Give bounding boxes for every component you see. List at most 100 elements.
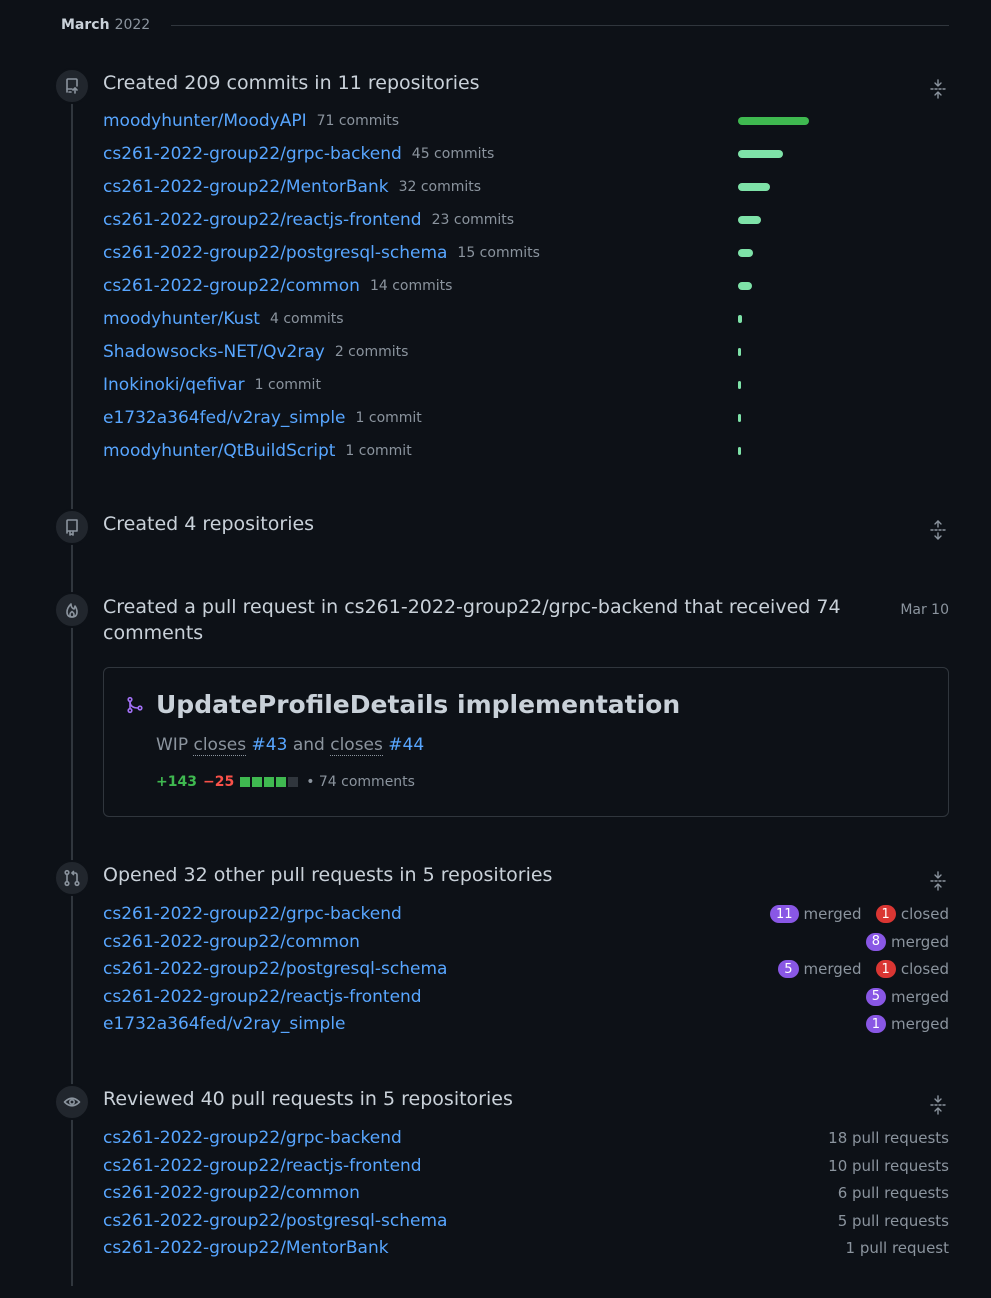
fold-icon[interactable] [929, 1094, 947, 1116]
commit-activity-bar [738, 315, 742, 323]
review-count: 1 pull request [845, 1239, 949, 1258]
pr-card: UpdateProfileDetails implementation WIP … [103, 667, 949, 817]
commit-repo-row: cs261-2022-group22/reactjs-frontend 23 co… [103, 208, 514, 232]
commit-repo-row: moodyhunter/Kust 4 commits [103, 307, 344, 331]
merged-label: merged [890, 932, 949, 951]
flame-icon [54, 592, 90, 628]
merged-label: merged [803, 905, 862, 923]
repo-link[interactable]: cs261-2022-group22/MentorBank [103, 1238, 389, 1258]
pr-meta: +143 −25 • 74 comments [156, 774, 415, 790]
repo-link[interactable]: cs261-2022-group22/postgresql-schema [103, 243, 447, 263]
commit-repo-row: cs261-2022-group22/grpc-backend 45 commit… [103, 142, 494, 166]
repo-link[interactable]: cs261-2022-group22/common [103, 276, 360, 296]
diffstat-block [276, 777, 287, 787]
commit-repo-row: e1732a364fed/v2ray_simple 1 commit [103, 406, 422, 430]
repo-link[interactable]: cs261-2022-group22/postgresql-schema [103, 959, 447, 979]
opened-prs-title: Opened 32 other pull requests in 5 repos… [103, 864, 553, 886]
repo-link[interactable]: cs261-2022-group22/reactjs-frontend [103, 1156, 422, 1176]
commit-activity-bar [738, 381, 741, 389]
commit-repo-row: moodyhunter/MoodyAPI 71 commits [103, 109, 399, 133]
repo-link[interactable]: e1732a364fed/v2ray_simple [103, 408, 346, 428]
pr-deletions: −25 [202, 774, 235, 790]
merged-count-badge: 8 [865, 932, 886, 951]
opened-pr-row: cs261-2022-group22/grpc-backend [103, 902, 402, 926]
pr-comments: • 74 comments [306, 774, 415, 790]
repo-link[interactable]: Shadowsocks-NET/Qv2ray [103, 342, 325, 362]
commit-count: 1 commit [345, 443, 412, 459]
fold-icon[interactable] [929, 78, 947, 100]
issue-link-43[interactable]: #43 [252, 735, 288, 755]
fold-icon[interactable] [929, 870, 947, 892]
commit-repo-row: cs261-2022-group22/postgresql-schema 15 c… [103, 241, 540, 265]
reviewed-pr-row: cs261-2022-group22/postgresql-schema [103, 1209, 447, 1233]
repo-link[interactable]: cs261-2022-group22/common [103, 932, 360, 952]
merged-label: merged [890, 987, 949, 1006]
pr-body-and: and [287, 735, 331, 755]
opened-pr-row: e1732a364fed/v2ray_simple [103, 1012, 346, 1036]
commit-count: 1 commit [355, 410, 422, 426]
repo-push-icon [54, 68, 90, 104]
pr-status: 8 merged [865, 931, 949, 953]
repo-link[interactable]: cs261-2022-group22/postgresql-schema [103, 1211, 447, 1231]
repo-link[interactable]: cs261-2022-group22/grpc-backend [103, 144, 402, 164]
issue-link-44[interactable]: #44 [388, 735, 424, 755]
month-header: March 2022 [61, 14, 949, 36]
closed-count-badge: 1 [875, 905, 896, 923]
expand-icon[interactable] [929, 519, 947, 541]
repo-icon [54, 509, 90, 545]
closes-keyword: closes [330, 735, 383, 756]
repos-created-title[interactable]: Created 4 repositories [103, 513, 314, 535]
commit-count: 15 commits [457, 245, 540, 261]
commit-count: 45 commits [411, 146, 495, 162]
commit-repo-row: cs261-2022-group22/MentorBank 32 commits [103, 175, 481, 199]
diffstat-blocks [240, 777, 300, 787]
reviewed-pr-row: cs261-2022-group22/MentorBank [103, 1236, 389, 1260]
pr-body: WIP closes #43 and closes #44 [156, 735, 424, 756]
pr-body-prefix: WIP [156, 735, 194, 755]
review-count: 10 pull requests [828, 1156, 949, 1175]
repo-link[interactable]: Inokinoki/qefivar [103, 375, 245, 395]
repo-link[interactable]: moodyhunter/Kust [103, 309, 260, 329]
pr-status: 5 merged [865, 986, 949, 1008]
pr-title[interactable]: UpdateProfileDetails implementation [156, 690, 680, 719]
git-merge-icon [126, 696, 144, 714]
review-count: 18 pull requests [828, 1129, 949, 1147]
merged-count-badge: 5 [865, 987, 886, 1006]
diffstat-block [252, 777, 263, 787]
repo-link[interactable]: cs261-2022-group22/common [103, 1183, 360, 1203]
pr-status: 5 merged 1 closed [778, 958, 949, 980]
merged-count-badge: 11 [769, 905, 799, 923]
pr-section-title-line2: comments [103, 622, 204, 644]
pr-status: 11 merged 1 closed [769, 903, 949, 925]
merged-label: merged [890, 1015, 949, 1034]
reviewed-pr-row: cs261-2022-group22/reactjs-frontend [103, 1154, 422, 1178]
commit-activity-bar [738, 216, 761, 224]
closes-keyword: closes [193, 735, 247, 756]
commit-repo-row: Inokinoki/qefivar 1 commit [103, 373, 321, 397]
commit-count: 14 commits [369, 278, 453, 294]
repo-link[interactable]: cs261-2022-group22/MentorBank [103, 177, 389, 197]
opened-pr-row: cs261-2022-group22/reactjs-frontend [103, 985, 422, 1009]
commit-repo-row: cs261-2022-group22/common 14 commits [103, 274, 452, 298]
commit-activity-bar [738, 117, 809, 125]
diffstat-block [288, 777, 299, 787]
commit-activity-bar [738, 249, 753, 257]
repo-link[interactable]: cs261-2022-group22/grpc-backend [103, 1128, 402, 1148]
commit-repo-row: moodyhunter/QtBuildScript 1 commit [103, 439, 412, 463]
repo-link[interactable]: cs261-2022-group22/grpc-backend [103, 904, 402, 924]
diffstat-block [240, 777, 251, 787]
merged-count-badge: 1 [865, 1015, 886, 1034]
repo-link[interactable]: moodyhunter/QtBuildScript [103, 441, 335, 461]
repo-link[interactable]: e1732a364fed/v2ray_simple [103, 1014, 346, 1034]
diffstat-block [264, 777, 275, 787]
commit-activity-bar [738, 183, 770, 191]
git-pull-request-icon [54, 860, 90, 896]
month-name: March [61, 17, 110, 33]
review-count: 6 pull requests [837, 1184, 949, 1203]
pr-date: Mar 10 [900, 602, 949, 618]
repo-link[interactable]: moodyhunter/MoodyAPI [103, 111, 307, 131]
merged-count-badge: 5 [778, 960, 799, 979]
commit-activity-bar [738, 282, 752, 290]
repo-link[interactable]: cs261-2022-group22/reactjs-frontend [103, 210, 422, 230]
repo-link[interactable]: cs261-2022-group22/reactjs-frontend [103, 987, 422, 1007]
